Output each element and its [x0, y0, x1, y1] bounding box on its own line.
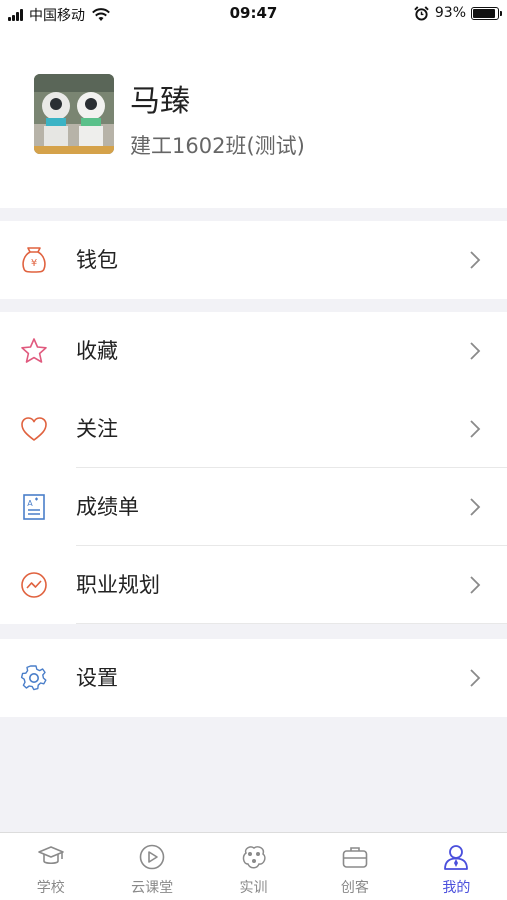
star-icon — [21, 338, 47, 363]
menu-label-career: 职业规划 — [76, 573, 160, 597]
menu-item-career[interactable]: 职业规划 — [0, 546, 507, 624]
menu-item-wallet[interactable]: ¥ 钱包 — [0, 221, 507, 299]
menu-label-favorites: 收藏 — [76, 339, 118, 363]
graduation-cap-icon — [37, 846, 64, 865]
chevron-right-icon — [470, 498, 481, 516]
avatar[interactable] — [34, 74, 114, 154]
user-name: 马臻 — [130, 84, 190, 119]
menu-label-wallet: 钱包 — [76, 248, 118, 272]
play-circle-icon — [139, 844, 165, 870]
menu-label-transcript: 成绩单 — [76, 495, 139, 519]
user-icon — [444, 845, 469, 870]
menu-group-wallet: ¥ 钱包 — [0, 221, 507, 299]
chevron-right-icon — [470, 342, 481, 360]
tab-school[interactable]: 学校 — [0, 833, 101, 900]
menu-item-favorites[interactable]: 收藏 — [0, 312, 507, 390]
tab-label: 实训 — [239, 880, 268, 896]
gear-icon — [20, 665, 47, 691]
chevron-right-icon — [470, 251, 481, 269]
svg-text:A: A — [27, 499, 33, 508]
menu-item-settings[interactable]: 设置 — [0, 639, 507, 717]
tab-label: 学校 — [36, 880, 65, 896]
battery-percent: 93% — [434, 5, 466, 21]
profile-header[interactable]: 马臻 建工1602班(测试) — [0, 28, 507, 208]
menu-label-settings: 设置 — [76, 666, 118, 690]
battery-icon — [471, 6, 502, 20]
heart-icon — [21, 417, 47, 441]
tab-bar: 学校 云课堂 实训 创客 我的 — [0, 832, 507, 900]
tab-label: 云课堂 — [131, 880, 174, 896]
menu-group-main: 收藏 关注 A 成绩单 职业规划 — [0, 312, 507, 624]
tab-cloud-class[interactable]: 云课堂 — [101, 833, 202, 900]
tab-label: 创客 — [340, 880, 369, 896]
status-bar: 中国移动 09:47 93% — [0, 0, 507, 28]
tab-mine[interactable]: 我的 — [406, 833, 507, 900]
briefcase-icon — [342, 847, 368, 868]
menu-item-transcript[interactable]: A 成绩单 — [0, 468, 507, 546]
tab-label: 我的 — [442, 880, 471, 896]
chevron-right-icon — [470, 576, 481, 594]
money-bag-icon: ¥ — [22, 247, 46, 273]
menu-label-follow: 关注 — [76, 417, 118, 441]
alarm-icon — [414, 5, 429, 21]
menu-group-settings: 设置 — [0, 639, 507, 717]
tab-maker[interactable]: 创客 — [304, 833, 405, 900]
avatar-image — [34, 74, 114, 154]
menu-item-follow[interactable]: 关注 — [0, 390, 507, 468]
chevron-right-icon — [470, 669, 481, 687]
network-icon — [242, 846, 266, 869]
user-class: 建工1602班(测试) — [130, 134, 305, 158]
transcript-icon: A — [23, 494, 45, 520]
chevron-right-icon — [470, 420, 481, 438]
svg-text:¥: ¥ — [31, 258, 37, 269]
tab-training[interactable]: 实训 — [203, 833, 304, 900]
trend-chart-icon — [21, 572, 47, 598]
